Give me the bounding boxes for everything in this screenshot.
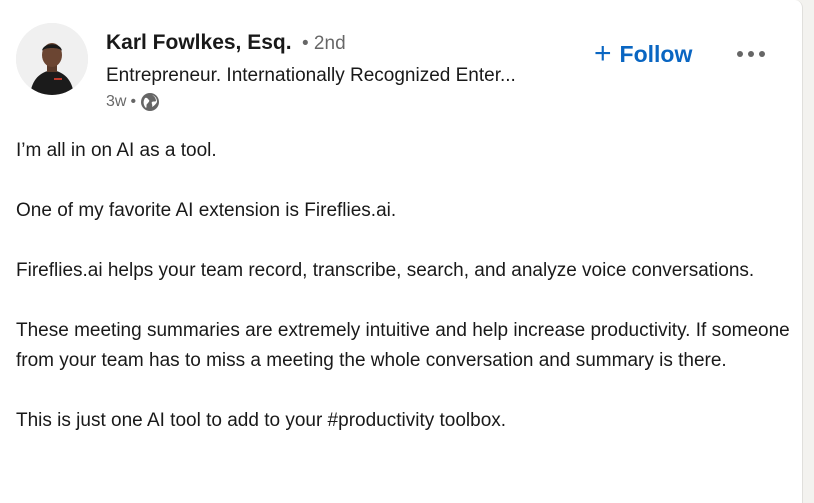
meta-separator: • <box>130 93 137 110</box>
author-avatar[interactable] <box>16 23 88 95</box>
post-time: 3w <box>106 93 127 110</box>
post-paragraph: One of my favorite AI extension is Firef… <box>16 200 397 221</box>
post-paragraph: I’m all in on AI as a tool. <box>16 140 217 161</box>
post-paragraph: This is just one AI tool to add to your … <box>16 410 507 431</box>
follow-button[interactable]: + Follow <box>594 36 692 72</box>
post-meta: 3w • <box>106 91 160 113</box>
globe-icon <box>140 92 160 112</box>
post-paragraph: Fireflies.ai helps your team record, tra… <box>16 260 755 281</box>
connection-degree: • 2nd <box>302 33 346 54</box>
post-paragraph: These meeting summaries are extremely in… <box>16 320 790 371</box>
author-headline[interactable]: Entrepreneur. Internationally Recognized… <box>106 64 516 88</box>
more-dot <box>737 51 743 57</box>
more-options-button[interactable] <box>728 40 774 68</box>
more-dot <box>759 51 765 57</box>
follow-label: Follow <box>619 40 693 67</box>
more-dot <box>748 51 754 57</box>
author-name[interactable]: Karl Fowlkes, Esq. <box>106 30 292 56</box>
post-text: I’m all in on AI as a tool. One of my fa… <box>16 136 791 466</box>
post-card: Karl Fowlkes, Esq. • 2nd Entrepreneur. I… <box>0 0 803 503</box>
author-avatar-image <box>16 23 88 95</box>
plus-icon: + <box>594 37 612 70</box>
